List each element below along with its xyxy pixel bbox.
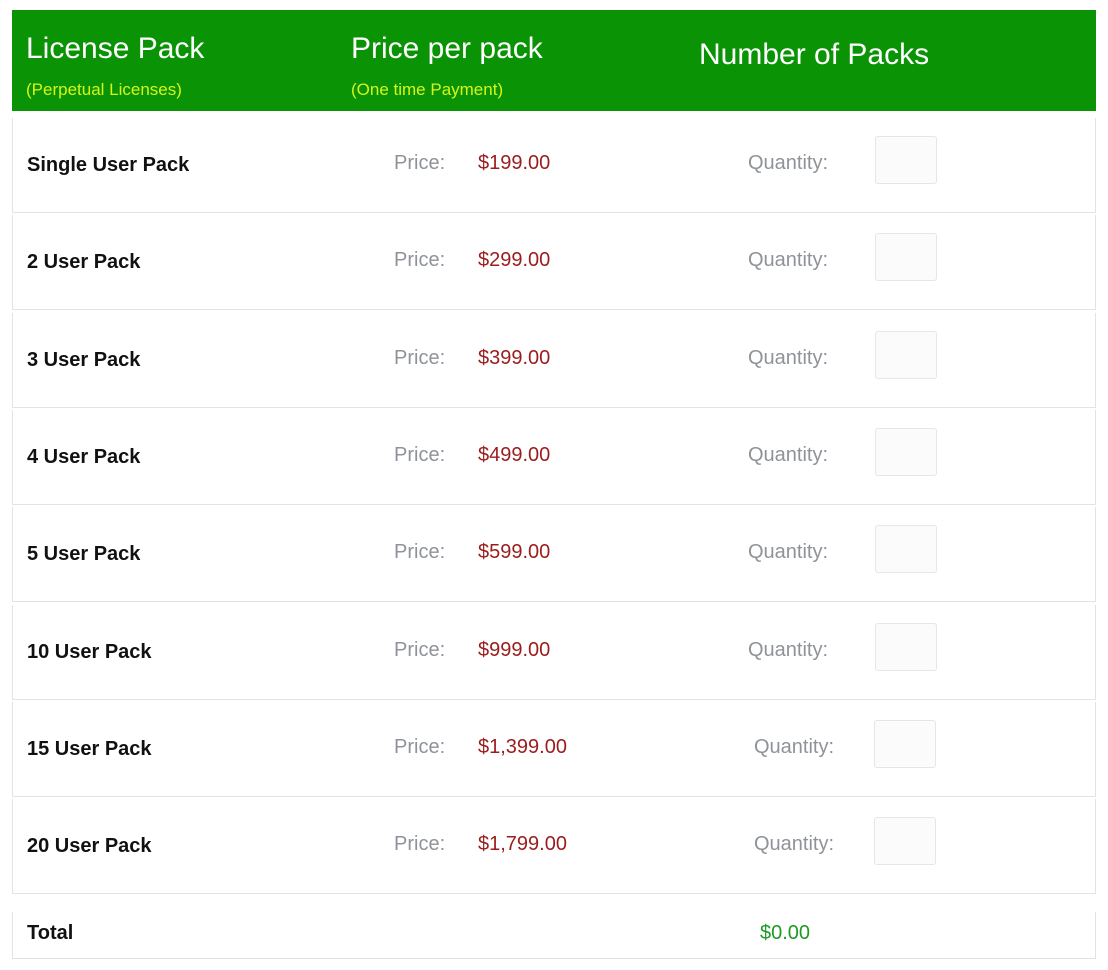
quantity-input[interactable] [875,233,937,282]
license-row: 3 User Pack Price: $399.00 Quantity: [12,312,1096,408]
pack-name: 3 User Pack [27,348,141,371]
price-value: $399.00 [478,346,551,369]
license-row: 20 User Pack Price: $1,799.00 Quantity: [12,799,1096,895]
pack-name: Single User Pack [27,154,190,176]
quantity-label: Quantity: [748,249,829,272]
price-value: $1,799.00 [478,833,567,856]
quantity-input[interactable] [874,719,936,768]
header-number-of-packs: Number of Packs [699,38,929,72]
table-header: License Pack (Perpetual Licenses) Price … [12,10,1096,111]
quantity-label: Quantity: [754,735,835,758]
header-title: Price per pack [351,32,543,65]
license-row: 4 User Pack Price: $499.00 Quantity: [12,409,1096,505]
license-row: 5 User Pack Price: $599.00 Quantity: [12,507,1096,603]
header-subtitle: (One time Payment) [351,80,504,99]
price-value: $599.00 [478,541,551,564]
header-price-per-pack: Price per pack (One time Payment) [351,32,543,100]
quantity-label: Quantity: [748,152,829,174]
quantity-label: Quantity: [748,541,829,564]
quantity-input[interactable] [875,622,937,671]
quantity-label: Quantity: [748,443,829,466]
pack-name: 10 User Pack [27,640,152,663]
quantity-label: Quantity: [748,346,829,369]
price-value: $299.00 [478,249,551,272]
header-license-pack: License Pack (Perpetual Licenses) [26,32,204,100]
quantity-input[interactable] [875,136,937,184]
quantity-input[interactable] [874,817,936,866]
price-value: $999.00 [478,638,551,661]
header-title: Number of Packs [699,38,930,71]
price-label: Price: [394,541,446,564]
license-row: 10 User Pack Price: $999.00 Quantity: [12,604,1096,700]
header-subtitle: (Perpetual Licenses) [26,80,182,99]
price-value: $199.00 [478,152,551,174]
price-label: Price: [394,152,446,174]
quantity-input[interactable] [875,525,937,574]
price-value: $1,399.00 [478,735,567,758]
license-row: 15 User Pack Price: $1,399.00 Quantity: [12,701,1096,797]
pack-name: 5 User Pack [27,543,141,566]
license-row: 2 User Pack Price: $299.00 Quantity: [12,215,1096,311]
quantity-input[interactable] [875,427,937,476]
price-label: Price: [394,735,446,758]
total-label: Total [27,922,74,944]
pack-name: 2 User Pack [27,251,141,274]
quantity-label: Quantity: [754,833,835,856]
price-label: Price: [394,443,446,466]
price-value: $499.00 [478,443,551,466]
total-value: $0.00 [760,922,811,944]
quantity-label: Quantity: [748,638,829,661]
quantity-input[interactable] [875,330,937,379]
pack-name: 4 User Pack [27,445,141,468]
price-label: Price: [394,638,446,661]
header-title: License Pack [26,32,205,65]
price-label: Price: [394,346,446,369]
total-row: Total $0.00 [12,912,1096,959]
price-label: Price: [394,249,446,272]
pack-name: 20 User Pack [27,835,152,858]
license-row: Single User Pack Price: $199.00 Quantity: [12,118,1096,213]
price-label: Price: [394,833,446,856]
pack-name: 15 User Pack [27,737,152,760]
